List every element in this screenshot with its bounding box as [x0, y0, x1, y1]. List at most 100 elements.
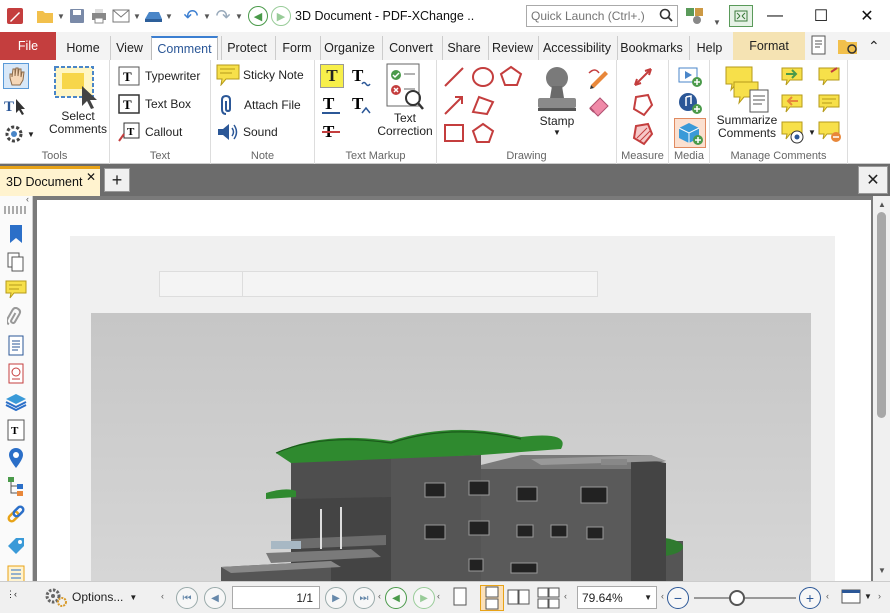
pentagon-icon[interactable]	[471, 122, 495, 144]
scroll-down-icon[interactable]: ▼	[878, 566, 886, 575]
chevron-down-icon[interactable]: ▼	[234, 5, 244, 27]
tab-home[interactable]: Home	[61, 36, 105, 60]
export-comments-icon[interactable]	[780, 93, 806, 115]
layers-icon[interactable]	[4, 390, 28, 414]
select-text-icon[interactable]: T	[3, 94, 29, 118]
comments-pane-icon[interactable]	[4, 278, 28, 302]
underline-text-icon[interactable]: T	[320, 92, 344, 116]
redo-icon[interactable]: ↷	[212, 5, 234, 27]
last-page-button[interactable]: ⏭	[353, 587, 375, 609]
continuous-page-icon[interactable]	[480, 585, 504, 611]
tab-share[interactable]: Share	[442, 36, 485, 60]
maximize-button[interactable]: ☐	[798, 0, 844, 32]
chevron-down-icon[interactable]: ▼	[712, 11, 722, 33]
pdf-page[interactable]	[37, 200, 871, 581]
destinations-icon[interactable]	[4, 446, 28, 470]
close-document-button[interactable]: ✕	[858, 166, 888, 194]
undo-icon[interactable]: ↶	[180, 5, 202, 27]
tab-organize[interactable]: Organize	[320, 36, 378, 60]
text-correction-button[interactable]: Text Correction	[375, 62, 435, 144]
sticky-note-button[interactable]: Sticky Note	[216, 64, 304, 86]
snapshot-tool-button[interactable]: ▼	[3, 122, 41, 146]
close-window-button[interactable]: ✕	[844, 0, 890, 32]
forward-icon[interactable]: ▶	[271, 6, 291, 26]
video-icon[interactable]	[677, 64, 703, 88]
search-icon[interactable]	[656, 5, 676, 25]
content-icon[interactable]	[4, 334, 28, 358]
line-icon[interactable]	[443, 66, 465, 88]
print-icon[interactable]	[88, 5, 110, 27]
tab-accessibility[interactable]: Accessibility	[538, 36, 615, 60]
page-number-input[interactable]: 1/1	[232, 586, 320, 609]
tab-convert[interactable]: Convert	[382, 36, 439, 60]
hand-tool-icon[interactable]	[3, 63, 29, 89]
tab-comment[interactable]: Comment	[151, 36, 218, 60]
rectangle-icon[interactable]	[443, 122, 465, 144]
document-tab[interactable]: 3D Document ✕	[0, 166, 100, 196]
polygon-line-icon[interactable]	[471, 94, 495, 116]
thumbnails-icon[interactable]	[4, 250, 28, 274]
attachments-icon[interactable]	[4, 306, 28, 330]
next-page-button[interactable]: ▶	[325, 587, 347, 609]
chevron-down-icon[interactable]: ▼	[864, 592, 872, 601]
minimize-button[interactable]: —	[752, 0, 798, 32]
3d-model-icon[interactable]	[674, 118, 706, 148]
tab-file[interactable]: File	[0, 32, 56, 60]
document-properties-icon[interactable]	[809, 35, 831, 57]
single-page-icon[interactable]	[452, 587, 470, 609]
tags-icon[interactable]	[4, 534, 28, 558]
summarize-comments-button[interactable]: Summarize Comments	[716, 64, 778, 144]
highlight-text-icon[interactable]: T	[320, 64, 344, 88]
tab-bookmarks[interactable]: Bookmarks	[617, 36, 685, 60]
show-comments-icon[interactable]: ▼	[780, 120, 816, 144]
perimeter-icon[interactable]	[632, 93, 654, 117]
save-icon[interactable]	[66, 5, 88, 27]
distance-icon[interactable]	[632, 66, 654, 88]
attach-file-button[interactable]: Attach File	[220, 94, 301, 116]
find-folder-icon[interactable]	[837, 35, 859, 57]
bookmarks-icon[interactable]	[4, 222, 28, 246]
insert-text-icon[interactable]: T	[350, 92, 374, 116]
zoom-select[interactable]: 79.64% ▼	[577, 586, 657, 609]
open-folder-icon[interactable]	[34, 5, 56, 27]
area-icon[interactable]	[632, 122, 654, 146]
continuous-facing-icon[interactable]	[536, 587, 562, 609]
back-icon[interactable]: ◀	[248, 6, 268, 26]
scan-icon[interactable]	[142, 5, 164, 27]
tags-tree-icon[interactable]	[4, 474, 28, 498]
fullscreen-icon[interactable]	[729, 5, 753, 27]
tab-form[interactable]: Form	[275, 36, 318, 60]
3d-building-model[interactable]	[91, 313, 811, 581]
audio-icon[interactable]	[677, 91, 703, 115]
links-icon[interactable]	[4, 502, 28, 526]
collapse-ribbon-icon[interactable]: ⌃	[868, 38, 880, 55]
tab-view[interactable]: View	[110, 36, 148, 60]
collapse-right-icon[interactable]: ›	[878, 591, 881, 601]
vertical-scrollbar[interactable]: ▲ ▼	[873, 196, 890, 581]
strikeout-text-icon[interactable]: T	[320, 120, 344, 144]
eraser-icon[interactable]	[587, 93, 611, 117]
collapse-sidebar-icon[interactable]: ‹	[0, 195, 33, 204]
pencil-icon[interactable]	[587, 65, 611, 89]
zoom-slider-thumb[interactable]	[729, 590, 745, 606]
structure-icon[interactable]: T	[4, 418, 28, 442]
callout-button[interactable]: T Callout	[118, 122, 182, 142]
chevron-down-icon[interactable]: ▼	[202, 5, 212, 27]
typewriter-button[interactable]: T Typewriter	[118, 66, 200, 86]
chevron-down-icon[interactable]: ▼	[132, 5, 142, 27]
arrow-icon[interactable]	[443, 94, 465, 116]
zoom-out-button[interactable]: −	[667, 587, 689, 609]
settings-icon[interactable]	[684, 5, 706, 27]
fullscreen-view-icon[interactable]	[840, 588, 862, 608]
polygon-icon[interactable]	[499, 65, 523, 87]
tab-help[interactable]: Help	[689, 36, 729, 60]
first-page-button[interactable]: ⏮	[176, 587, 198, 609]
sound-button[interactable]: Sound	[216, 122, 278, 142]
tab-format[interactable]: Format	[733, 32, 805, 60]
zoom-slider-track[interactable]	[694, 597, 796, 599]
comment-styles-icon[interactable]	[817, 66, 843, 88]
signatures-icon[interactable]	[4, 362, 28, 386]
back-view-button[interactable]: ◀	[385, 587, 407, 609]
drag-handle[interactable]	[4, 206, 28, 214]
chevron-down-icon[interactable]: ▼	[56, 5, 66, 27]
